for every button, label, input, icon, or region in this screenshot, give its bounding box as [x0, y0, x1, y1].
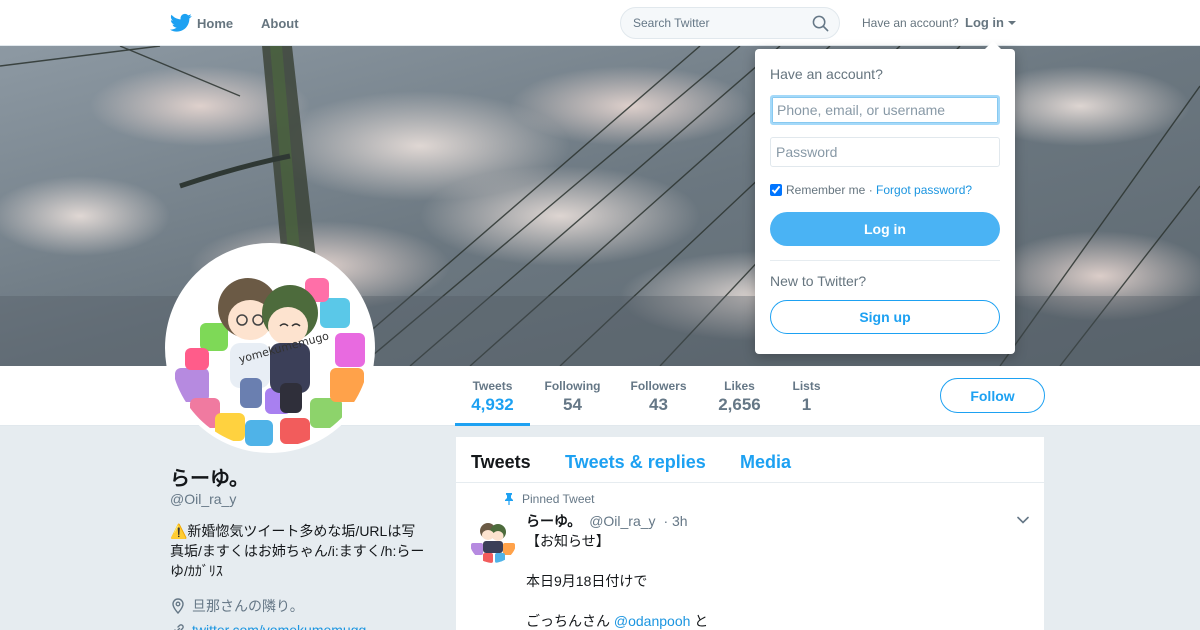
stat-lists[interactable]: Lists 1	[788, 366, 825, 426]
signup-button[interactable]: Sign up	[770, 300, 1000, 334]
login-dropdown-toggle[interactable]: Log in	[965, 15, 1004, 30]
avatar-illustration: yomekumemugo	[170, 248, 370, 448]
pinned-tweet-label: Pinned Tweet	[504, 492, 595, 506]
stat-followers[interactable]: Followers 43	[625, 366, 692, 426]
timeline-panel: Tweets Tweets & replies Media Pinned Twe…	[456, 437, 1044, 630]
remember-me-label[interactable]: Remember me	[786, 183, 865, 197]
tweet-text-line: 本日9月18日付けで	[526, 573, 648, 589]
tab-tweets[interactable]: Tweets	[471, 452, 531, 473]
tweet-text-line: ごっちんさん @odanpooh と	[526, 611, 708, 630]
tweet-text-line: 【お知らせ】	[526, 533, 610, 549]
profile-handle[interactable]: @Oil_ra_y	[170, 491, 236, 507]
nav-home-link[interactable]: Home	[197, 16, 233, 31]
stat-label: Likes	[724, 379, 755, 393]
bio-line: ⚠️新婚惚気ツイート多めな垢/URLは写	[170, 523, 416, 539]
url-text[interactable]: twitter.com/yomekumemugg	[192, 622, 366, 630]
tweet-text: と	[690, 613, 709, 629]
password-input[interactable]	[770, 137, 1000, 167]
dropdown-title: Have an account?	[770, 66, 883, 82]
follow-button[interactable]: Follow	[940, 378, 1045, 413]
chevron-down-icon[interactable]	[1017, 516, 1029, 524]
login-dropdown: Have an account? Remember me · Forgot pa…	[755, 41, 1015, 354]
profile-name: らーゆ。	[170, 468, 249, 490]
profile-bio: ⚠️新婚惚気ツイート多めな垢/URLは写 真垢/ますくはお姉ちゃん/i:ますく/…	[170, 521, 430, 581]
stat-label: Followers	[630, 379, 687, 393]
tweet-timestamp[interactable]: · 3h	[663, 513, 687, 529]
separator-dot: ·	[865, 183, 877, 197]
stat-value: 2,656	[718, 395, 761, 414]
tweet-avatar-illustration	[469, 515, 517, 563]
bio-line: 真垢/ますくはお姉ちゃん/i:ますく/h:らー	[170, 543, 425, 559]
profile-location: 旦那さんの隣り。	[170, 596, 304, 616]
link-icon	[174, 624, 184, 630]
search-input[interactable]: Search Twitter	[633, 16, 709, 30]
new-to-twitter-text: New to Twitter?	[770, 273, 867, 289]
dropdown-arrow	[985, 41, 1001, 49]
stat-label: Following	[544, 379, 601, 393]
remember-me-row: Remember me · Forgot password?	[770, 183, 972, 197]
twitter-bird-icon[interactable]	[170, 13, 192, 33]
tab-tweets-replies[interactable]: Tweets & replies	[565, 452, 706, 473]
tweet-author-avatar[interactable]	[469, 515, 517, 563]
stat-value: 1	[801, 395, 812, 414]
tweet-author-name[interactable]: らーゆ。	[526, 513, 581, 529]
tweet-mention-link[interactable]: @odanpooh	[614, 613, 691, 629]
login-button[interactable]: Log in	[770, 212, 1000, 246]
remember-me-checkbox[interactable]	[770, 184, 782, 196]
tab-media[interactable]: Media	[740, 452, 791, 473]
pinned-text: Pinned Tweet	[522, 492, 595, 506]
stat-value: 4,932	[471, 395, 514, 414]
location-text: 旦那さんの隣り。	[192, 598, 304, 614]
have-account-text: Have an account?	[862, 16, 959, 30]
stat-following[interactable]: Following 54	[540, 366, 605, 426]
tweet-text: ごっちんさん	[526, 613, 614, 629]
profile-avatar[interactable]: yomekumemugo	[165, 243, 375, 453]
search-icon[interactable]	[812, 15, 829, 32]
stat-label: Lists	[792, 379, 821, 393]
tweet-header: らーゆ。 @Oil_ra_y · 3h	[526, 511, 688, 531]
bio-line: ゆ/ｶｶﾞﾘｽ	[170, 563, 223, 579]
top-navigation-bar: Home About Search Twitter Have an accoun…	[0, 0, 1200, 46]
stat-value: 43	[649, 395, 668, 414]
timeline-tabs: Tweets Tweets & replies Media	[456, 437, 1044, 483]
username-input[interactable]	[770, 95, 1000, 125]
profile-url[interactable]: twitter.com/yomekumemugg	[170, 622, 366, 630]
search-box[interactable]: Search Twitter	[620, 7, 840, 39]
forgot-password-link[interactable]: Forgot password?	[876, 183, 972, 197]
stat-value: 54	[563, 395, 582, 414]
caret-down-icon[interactable]	[1008, 21, 1016, 25]
stat-label: Tweets	[472, 379, 513, 393]
nav-about-link[interactable]: About	[261, 16, 299, 31]
pin-icon	[505, 493, 513, 505]
location-pin-icon	[172, 598, 184, 615]
tweet-author-handle[interactable]: @Oil_ra_y	[589, 513, 655, 529]
stat-tweets[interactable]: Tweets 4,932	[455, 366, 530, 426]
divider	[770, 260, 1000, 261]
stat-likes[interactable]: Likes 2,656	[712, 366, 767, 426]
